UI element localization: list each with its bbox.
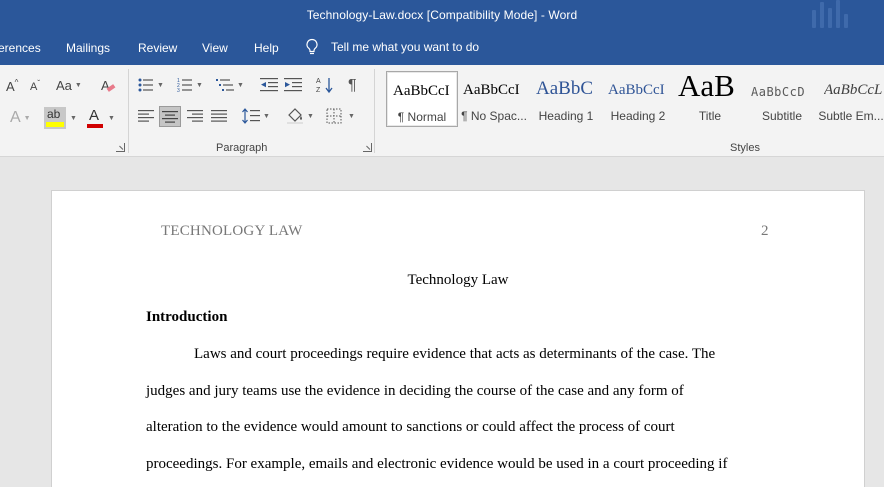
document-page[interactable]: TECHNOLOGY LAW 2 Technology Law Introduc… <box>51 190 865 487</box>
window-title: Technology-Law.docx [Compatibility Mode]… <box>306 8 578 22</box>
style-normal[interactable]: AaBbCcI ¶ Normal <box>386 71 458 127</box>
body-line: judges and jury teams use the evidence i… <box>146 383 684 399</box>
style-title[interactable]: AaB Title <box>674 71 746 127</box>
align-left-button[interactable] <box>138 109 154 123</box>
style-no-spacing[interactable]: AaBbCcI ¶ No Spac... <box>458 71 530 127</box>
eraser-icon <box>106 83 116 92</box>
align-right-button[interactable] <box>187 109 203 123</box>
body-line: Laws and court proceedings require evide… <box>194 346 716 362</box>
change-case-button[interactable]: Aa ▼ <box>56 78 82 93</box>
tab-help[interactable]: Help <box>254 41 279 55</box>
group-separator <box>128 69 129 153</box>
grow-font-button[interactable]: A ^ <box>6 78 18 94</box>
text-effects-button[interactable]: A ▼ <box>10 109 31 127</box>
styles-group-label: Styles <box>730 142 760 154</box>
increase-indent-icon <box>284 78 302 92</box>
decrease-indent-icon <box>260 78 278 92</box>
tab-view[interactable]: View <box>202 41 228 55</box>
justify-button[interactable] <box>211 109 227 123</box>
document-canvas[interactable]: TECHNOLOGY LAW 2 Technology Law Introduc… <box>0 157 884 487</box>
styles-gallery: AaBbCcI ¶ Normal AaBbCcI ¶ No Spac... Aa… <box>384 71 884 131</box>
decrease-indent-button[interactable] <box>260 77 278 93</box>
title-bar-decoration <box>806 0 854 32</box>
borders-button[interactable]: ▼ <box>326 108 355 124</box>
highlight-button[interactable]: ab ▼ <box>44 107 77 129</box>
increase-indent-button[interactable] <box>284 77 302 93</box>
clear-formatting-button[interactable]: A <box>101 78 116 93</box>
style-subtitle[interactable]: AaBbCcD Subtitle <box>746 71 818 127</box>
section-heading: Introduction <box>146 309 228 325</box>
justify-icon <box>211 110 227 122</box>
numbering-icon: 1 2 3 <box>177 78 192 93</box>
bullets-button[interactable]: ▼ <box>138 77 164 93</box>
show-marks-button[interactable]: ¶ <box>348 77 357 95</box>
ribbon: A ^ Aˇ Aa ▼ A A ▼ ab ▼ A ▼ ▼ 1 2 3 ▼ ▼ A… <box>0 65 884 157</box>
tab-mailings[interactable]: Mailings <box>66 41 110 55</box>
paint-bucket-icon <box>287 108 303 124</box>
paragraph-group-label: Paragraph <box>216 142 268 154</box>
running-header: TECHNOLOGY LAW <box>161 223 303 239</box>
page-number: 2 <box>761 223 769 239</box>
numbering-button[interactable]: 1 2 3 ▼ <box>177 77 203 93</box>
borders-icon <box>326 108 342 124</box>
style-heading-1[interactable]: AaBbC Heading 1 <box>530 71 602 127</box>
font-dialog-launcher[interactable] <box>116 143 125 152</box>
tab-references[interactable]: erences <box>0 41 41 55</box>
tab-review[interactable]: Review <box>138 41 177 55</box>
font-color-button[interactable]: A ▼ <box>86 107 115 129</box>
align-right-icon <box>187 110 203 122</box>
body-line: alteration to the evidence would amount … <box>146 419 675 435</box>
line-spacing-button[interactable]: ▼ <box>242 108 270 124</box>
svg-text:3: 3 <box>177 88 180 93</box>
multilevel-list-icon <box>216 79 234 91</box>
svg-text:A: A <box>316 78 321 85</box>
align-center-icon <box>162 110 178 123</box>
bullets-icon <box>138 78 153 92</box>
align-center-button[interactable] <box>159 106 181 127</box>
document-title: Technology Law <box>407 272 509 288</box>
group-separator <box>374 69 375 153</box>
lightbulb-icon <box>306 38 318 55</box>
multilevel-list-button[interactable]: ▼ <box>216 77 244 93</box>
ribbon-tabs: erences Mailings Review View Help Tell m… <box>0 32 884 65</box>
sort-button[interactable]: A Z <box>316 76 334 94</box>
tell-me-label: Tell me what you want to do <box>331 40 480 54</box>
shrink-font-button[interactable]: Aˇ <box>30 79 40 94</box>
align-left-icon <box>138 110 154 122</box>
style-heading-2[interactable]: AaBbCcI Heading 2 <box>602 71 674 127</box>
highlight-color-swatch <box>46 122 64 127</box>
svg-text:Z: Z <box>316 87 321 94</box>
shading-button[interactable]: ▼ <box>286 107 314 125</box>
paragraph-dialog-launcher[interactable] <box>363 143 372 152</box>
tell-me-box[interactable]: Tell me what you want to do <box>305 38 479 56</box>
style-subtle-emphasis[interactable]: AaBbCcL Subtle Em... <box>818 71 884 127</box>
font-color-swatch <box>87 124 103 128</box>
sort-icon: A Z <box>316 78 333 94</box>
title-bar: Technology-Law.docx [Compatibility Mode]… <box>0 0 884 32</box>
line-spacing-icon <box>242 108 260 124</box>
body-line: proceedings. For example, emails and ele… <box>146 456 728 472</box>
